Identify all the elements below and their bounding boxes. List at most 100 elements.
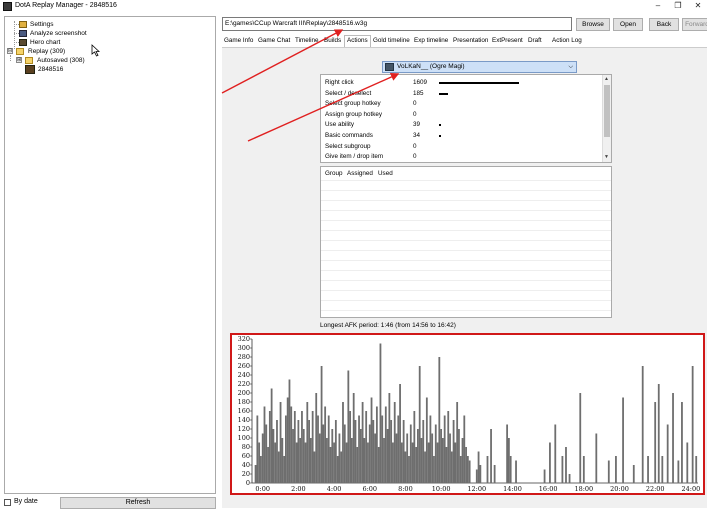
- chart-bar: [324, 406, 327, 483]
- minimize-icon[interactable]: –: [648, 0, 668, 13]
- chart-bar: [686, 442, 689, 483]
- chart-bar: [283, 456, 286, 483]
- scroll-up-icon[interactable]: ▲: [604, 76, 609, 82]
- action-stat-label: Select subgroup: [325, 142, 371, 150]
- open-button[interactable]: Open: [613, 18, 643, 31]
- column-header-group[interactable]: Group: [325, 170, 343, 177]
- restore-icon[interactable]: ❐: [668, 0, 688, 13]
- chart-bar: [342, 402, 344, 483]
- tab-draft[interactable]: Draft: [526, 36, 544, 47]
- action-stat-bar: [439, 82, 519, 84]
- action-stat-label: Right click: [325, 79, 354, 86]
- tab-presentation[interactable]: Presentation: [451, 36, 490, 47]
- scroll-thumb[interactable]: [604, 85, 610, 137]
- chart-bar: [456, 402, 459, 483]
- action-stat-row: Select group hotkey 0: [325, 99, 417, 109]
- checkbox-box[interactable]: [4, 499, 11, 506]
- tab-actions[interactable]: Actions: [344, 35, 371, 47]
- chart-bar: [661, 456, 664, 483]
- close-icon[interactable]: ✕: [688, 0, 707, 13]
- action-stat-bar: [439, 124, 441, 127]
- x-tick-label: 24:00: [681, 485, 700, 493]
- tree-item-label: Autosaved (308): [37, 57, 85, 64]
- y-tick-label: 80: [242, 443, 250, 451]
- refresh-button[interactable]: Refresh: [60, 497, 216, 509]
- chart-bar: [347, 370, 350, 483]
- action-stat-label: Select group hotkey: [325, 100, 381, 108]
- folder-icon: [25, 57, 33, 64]
- chart-bar: [322, 424, 325, 483]
- chart-bar: [413, 411, 416, 483]
- x-tick-label: 4:00: [327, 485, 342, 493]
- chart-bar: [358, 415, 360, 483]
- expand-toggle-icon[interactable]: ⊞: [16, 57, 22, 63]
- action-stat-row: Select subgroup 0: [325, 142, 417, 152]
- chart-bar: [568, 474, 571, 483]
- chart-bar: [284, 415, 287, 483]
- chart-bar: [677, 460, 680, 483]
- chart-bar: [326, 438, 328, 483]
- chart-bar: [392, 442, 394, 483]
- hero-select-dropdown[interactable]: VoLKaN__ (Ogre Magi) ⌵: [382, 61, 577, 73]
- chart-bar: [390, 420, 393, 483]
- hero-portrait-icon: [385, 63, 394, 71]
- chart-bar: [595, 433, 598, 483]
- x-tick-label: 10:00: [432, 485, 451, 493]
- tab-timeline[interactable]: Timeline: [293, 36, 321, 47]
- action-stats-list[interactable]: Right click 1609 Select / deselect 185 Selec…: [320, 74, 612, 163]
- chart-bar: [277, 451, 280, 483]
- chart-bar: [647, 456, 649, 483]
- browse-button[interactable]: Browse: [576, 18, 610, 31]
- tab-game-chat[interactable]: Game Chat: [256, 36, 292, 47]
- chart-bar: [372, 420, 375, 483]
- chart-bar: [375, 406, 378, 483]
- chart-bar: [691, 366, 694, 483]
- tab-gold-timeline[interactable]: Gold timeline: [371, 36, 412, 47]
- column-header-assigned[interactable]: Assigned: [347, 170, 373, 177]
- chart-bar: [292, 429, 294, 483]
- stats-scrollbar[interactable]: ▲ ▼: [602, 75, 611, 162]
- chart-bar: [317, 415, 319, 483]
- collapse-toggle-icon[interactable]: ⊟: [7, 48, 13, 54]
- table-row: [321, 300, 611, 301]
- chart-bar: [290, 406, 293, 483]
- chart-bar: [333, 442, 335, 483]
- column-header-used[interactable]: Used: [378, 170, 393, 177]
- chart-bar: [397, 415, 400, 483]
- tab-exp-timeline[interactable]: Exp timeline: [412, 36, 450, 47]
- chart-bar: [327, 415, 330, 483]
- x-tick-label: 20:00: [610, 485, 629, 493]
- group-hotkey-table[interactable]: Group Assigned Used: [320, 166, 612, 318]
- chart-bar: [367, 442, 369, 483]
- scroll-down-icon[interactable]: ▼: [604, 154, 609, 160]
- y-tick-label: 20: [242, 470, 250, 478]
- chart-bar: [408, 456, 410, 483]
- y-tick-label: 60: [242, 452, 250, 460]
- chart-bar: [443, 415, 446, 483]
- action-stat-bar: [439, 135, 441, 137]
- chart-bar: [381, 415, 384, 483]
- tab-action-log[interactable]: Action Log: [550, 36, 584, 47]
- chart-bar: [313, 451, 316, 483]
- table-row: [321, 200, 611, 201]
- tab-game-info[interactable]: Game Info: [222, 36, 255, 47]
- longest-afk-text: Longest AFK period: 1:46 (from 14:56 to …: [320, 322, 456, 329]
- x-tick-label: 6:00: [362, 485, 377, 493]
- forward-button[interactable]: Forward: [682, 18, 707, 31]
- y-tick-label: 320: [238, 335, 250, 343]
- chart-bar: [315, 393, 318, 483]
- chart-bar: [507, 438, 510, 483]
- table-row: [321, 290, 611, 291]
- tab-builds[interactable]: Builds: [322, 36, 343, 47]
- replay-tree[interactable]: Settings Analyze screenshot Hero chart ⊟…: [4, 16, 216, 494]
- chart-bar: [666, 424, 669, 483]
- replay-path-input[interactable]: E:\games\CCup Warcraft III\Replay\284851…: [222, 17, 572, 31]
- tab-extpresent[interactable]: ExtPresent: [490, 36, 525, 47]
- chart-bar: [338, 433, 341, 483]
- chart-bar: [506, 424, 509, 483]
- chart-bar: [582, 456, 585, 483]
- chart-bar: [276, 420, 278, 483]
- chart-bar: [441, 438, 444, 483]
- by-date-label: By date: [14, 498, 38, 505]
- back-button[interactable]: Back: [649, 18, 679, 31]
